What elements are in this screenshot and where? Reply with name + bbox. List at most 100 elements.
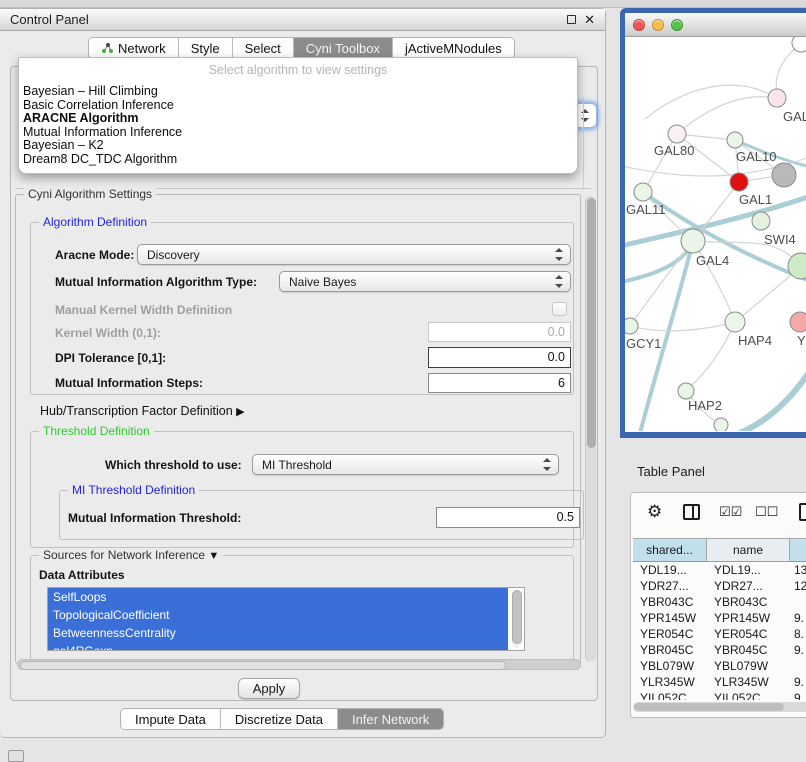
collapsed-panel-icon[interactable] <box>8 750 24 762</box>
data-attributes-list[interactable]: SelfLoopsTopologicalCoefficientBetweenne… <box>47 587 525 651</box>
table-cell: 9 <box>790 690 806 700</box>
table-row[interactable]: YER054C YER054C 8. <box>633 626 806 642</box>
mac-zoom-button[interactable] <box>671 19 683 31</box>
hidden-group-border-v <box>583 97 584 189</box>
table-row[interactable]: YLR345W YLR345W 9. <box>633 674 806 690</box>
table-row[interactable]: YBR045C YBR045C 9. <box>633 642 806 658</box>
list-vertical-scrollbar[interactable] <box>512 590 522 648</box>
table-row[interactable]: YDL19... YDL19... 13 <box>633 562 806 578</box>
column-header[interactable]: shared... <box>633 538 707 562</box>
network-window-titlebar <box>625 13 806 37</box>
tab[interactable]: Select <box>233 38 294 58</box>
table-row[interactable]: YPR145W YPR145W 9. <box>633 610 806 626</box>
bottom-tabs: Impute Data Discretize Data Infer Networ… <box>120 708 444 730</box>
algorithm-dropdown-popup: Select algorithm to view settings Bayesi… <box>18 57 578 174</box>
network-node[interactable] <box>625 318 638 334</box>
dropdown-option[interactable]: Bayesian – Hill Climbing <box>19 85 577 99</box>
network-node[interactable] <box>768 89 786 107</box>
column-header[interactable] <box>790 538 806 562</box>
manual-kernel-label: Manual Kernel Width Definition <box>55 303 232 317</box>
table-cell: YBL079W <box>633 658 707 674</box>
tab[interactable]: jActiveMNodules <box>393 38 514 58</box>
network-node[interactable] <box>668 125 686 143</box>
algorithm-definition-group: Algorithm Definition Aracne Mode: Discov… <box>30 222 574 395</box>
settings-vertical-scrollbar[interactable] <box>585 196 596 662</box>
select-all-checkboxes-icon[interactable]: ☑☑ <box>719 504 742 520</box>
mac-minimize-button[interactable] <box>652 19 664 31</box>
mac-close-button[interactable] <box>633 19 645 31</box>
table-body: YDL19... YDL19... 13 YDR27... YDR27... 1… <box>633 562 806 700</box>
table-row[interactable]: YBR043C YBR043C <box>633 594 806 610</box>
threshold-definition-title: Threshold Definition <box>39 424 154 438</box>
table-cell: 9. <box>790 674 806 690</box>
bottom-tab[interactable]: Impute Data <box>121 709 221 729</box>
table-cell: YBR045C <box>633 642 707 658</box>
bottom-tab-label: Infer Network <box>352 712 429 727</box>
network-node[interactable] <box>678 383 694 399</box>
network-node[interactable] <box>772 163 796 187</box>
network-node[interactable] <box>681 229 705 253</box>
apply-button[interactable]: Apply <box>238 678 300 699</box>
network-node[interactable] <box>752 212 770 230</box>
combo-stepper-icon <box>555 248 563 261</box>
network-svg: GALGAL80GAL10GAL1GAL11SWI4GAL4GCY1HAP4YH… <box>625 37 806 431</box>
dropdown-option[interactable]: Mutual Information Inference <box>19 126 577 140</box>
aracne-mode-combo[interactable]: Discovery <box>137 244 571 265</box>
network-node[interactable] <box>790 312 806 332</box>
bottom-tab[interactable]: Infer Network <box>338 709 443 729</box>
network-edge <box>686 322 735 391</box>
list-item[interactable]: BetweennessCentrality <box>48 624 508 642</box>
manual-kernel-checkbox[interactable] <box>552 302 567 316</box>
mi-type-value: Naive Bayes <box>289 275 356 289</box>
document-icon[interactable] <box>799 503 806 521</box>
float-panel-icon[interactable] <box>567 15 576 24</box>
which-threshold-combo[interactable]: MI Threshold <box>252 454 559 475</box>
expanded-arrow-icon[interactable]: ▼ <box>208 550 219 562</box>
mi-threshold-field[interactable]: 0.5 <box>436 507 580 528</box>
dpi-tolerance-field[interactable]: 0.0 <box>428 347 571 368</box>
table-row[interactable]: YIL052C YIL052C 9 <box>633 690 806 700</box>
table-cell <box>790 594 806 610</box>
list-item[interactable]: SelfLoops <box>48 588 508 606</box>
dropdown-option[interactable]: Basic Correlation Inference <box>19 99 577 113</box>
network-canvas[interactable]: GALGAL80GAL10GAL1GAL11SWI4GAL4GCY1HAP4YH… <box>625 37 806 431</box>
bottom-tab[interactable]: Discretize Data <box>221 709 338 729</box>
dropdown-option[interactable]: Bayesian – K2 <box>19 139 577 153</box>
control-panel-tabs: Network Style Select <box>88 37 515 59</box>
network-node[interactable] <box>634 183 652 201</box>
node-label: GAL10 <box>736 149 776 164</box>
network-node[interactable] <box>714 418 728 431</box>
mi-steps-field[interactable]: 6 <box>428 373 571 393</box>
hub-section-label[interactable]: Hub/Transcription Factor Definition ▶ <box>40 404 245 418</box>
list-item[interactable]: gal4RGexp <box>48 642 508 651</box>
list-item[interactable]: TopologicalCoefficient <box>48 606 508 624</box>
mi-type-combo[interactable]: Naive Bayes <box>279 271 571 292</box>
dropdown-option[interactable]: Dream8 DC_TDC Algorithm <box>19 153 577 167</box>
table-cell: 13 <box>790 562 806 578</box>
table-row[interactable]: YBL079W YBL079W <box>633 658 806 674</box>
table-cell: YBR043C <box>707 594 790 610</box>
dropdown-option[interactable]: ARACNE Algorithm <box>19 112 577 126</box>
node-label: GCY1 <box>626 336 661 351</box>
column-header[interactable]: name <box>707 538 790 562</box>
mi-threshold-group: MI Threshold Definition Mutual Informati… <box>59 490 584 540</box>
columns-icon[interactable] <box>683 504 700 520</box>
tab[interactable]: Network <box>89 38 179 58</box>
table-toolbar: ⚙ ☑☑ ☐☐ <box>631 497 806 527</box>
gear-icon[interactable]: ⚙ <box>647 502 662 522</box>
network-node[interactable] <box>730 173 748 191</box>
network-node[interactable] <box>725 312 745 332</box>
tab[interactable]: Style <box>179 38 233 58</box>
table-cell: YDL19... <box>707 562 790 578</box>
tab[interactable]: Cyni Toolbox <box>294 38 393 58</box>
node-label: GAL1 <box>739 192 772 207</box>
table-horizontal-scrollbar[interactable] <box>633 702 806 712</box>
collapsed-arrow-icon[interactable]: ▶ <box>236 406 244 418</box>
table-cell: YIL052C <box>707 690 790 700</box>
network-node[interactable] <box>727 132 743 148</box>
kernel-width-field[interactable]: 0.0 <box>428 322 571 342</box>
settings-horizontal-scrollbar[interactable] <box>17 659 581 670</box>
deselect-all-checkboxes-icon[interactable]: ☐☐ <box>755 504 778 520</box>
close-icon[interactable]: ✕ <box>584 15 595 25</box>
table-row[interactable]: YDR27... YDR27... 12 <box>633 578 806 594</box>
